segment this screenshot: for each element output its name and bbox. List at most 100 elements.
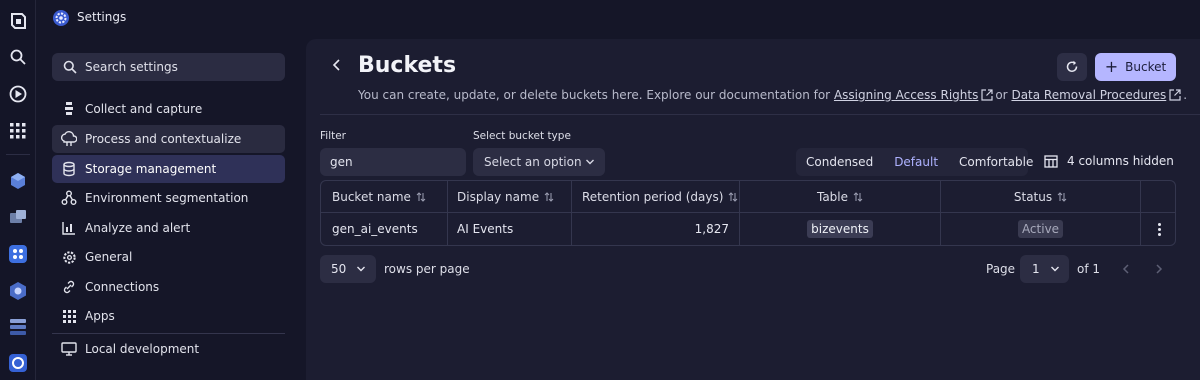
page-subtitle: You can create, update, or delete bucket… (358, 88, 1187, 102)
rows-per-page-label: rows per page (384, 262, 470, 276)
external-link-icon (1169, 89, 1181, 101)
rows-per-page-select[interactable]: 50 (320, 255, 376, 283)
sidebar-item-local-development[interactable]: Local development (52, 335, 285, 363)
data-removal-link[interactable]: Data Removal Procedures (1011, 88, 1166, 102)
sidebar-divider (52, 333, 285, 334)
filter-label: Filter (320, 130, 347, 142)
column-header-label: Status (1013, 190, 1053, 204)
bucket-type-label: Select bucket type (473, 130, 571, 142)
chevron-down-icon (357, 266, 365, 272)
add-bucket-label: Bucket (1125, 60, 1167, 74)
analyze-icon (61, 220, 77, 236)
sort-icon (544, 192, 554, 202)
sidebar-item-label: General (85, 250, 133, 264)
app-icon[interactable] (7, 170, 29, 192)
external-link-icon (981, 89, 993, 101)
app-icon[interactable] (7, 206, 29, 228)
sidebar-item-label: Apps (85, 309, 115, 323)
density-comfortable[interactable]: Comfortable (959, 155, 1033, 169)
sidebar-item-collect[interactable]: Collect and capture (52, 95, 285, 123)
column-header[interactable]: Display name (447, 181, 571, 213)
sidebar-item-label: Local development (85, 342, 200, 356)
chevron-down-icon (586, 159, 594, 165)
table-cell: bizevents (739, 213, 940, 245)
subtitle-text: You can create, update, or delete bucket… (358, 88, 831, 102)
app-rail (0, 0, 36, 380)
subtitle-or: or (995, 88, 1008, 102)
page-select[interactable]: 1 (1020, 255, 1069, 283)
back-icon[interactable] (330, 57, 344, 73)
page-label: Page (986, 262, 1016, 276)
column-header[interactable]: Bucket name (321, 181, 447, 213)
page-title: Buckets (358, 53, 457, 78)
connections-icon (61, 279, 77, 295)
launcher-icon[interactable] (7, 83, 29, 105)
column-header-label: Bucket name (332, 190, 411, 204)
sort-icon (853, 192, 863, 202)
row-actions-menu-icon[interactable] (1140, 213, 1175, 245)
sidebar-item-connections[interactable]: Connections (52, 273, 285, 301)
search-settings-input[interactable]: Search settings (52, 53, 285, 81)
sidebar-item-label: Connections (85, 280, 160, 294)
filter-input[interactable]: gen (320, 148, 466, 176)
dynatrace-logo-icon[interactable] (7, 10, 29, 32)
sidebar-item-general[interactable]: General (52, 243, 285, 271)
sidebar-item-label: Analyze and alert (85, 221, 191, 235)
header-divider (320, 114, 1200, 115)
app-icon[interactable] (7, 316, 29, 338)
plus-icon: + (1104, 57, 1119, 76)
density-default[interactable]: Default (894, 155, 938, 169)
search-icon (63, 60, 77, 74)
sort-icon (1057, 192, 1067, 202)
app-icon[interactable] (7, 280, 29, 302)
process-icon (61, 131, 77, 147)
rail-divider (6, 154, 30, 155)
density-switch: Condensed Default Comfortable (796, 148, 1033, 176)
page-count-label: of 1 (1077, 262, 1101, 276)
segmentation-icon (61, 190, 77, 206)
refresh-button[interactable] (1057, 53, 1087, 81)
sidebar-item-label: Process and contextualize (85, 132, 242, 146)
main-panel: Buckets You can create, update, or delet… (306, 39, 1200, 380)
app-icon[interactable] (7, 243, 29, 265)
sidebar-item-segmentation[interactable]: Environment segmentation (52, 184, 285, 212)
sidebar-item-label: Storage management (85, 162, 217, 176)
display-name-cell: AI Events (447, 213, 571, 245)
app-title: Settings (77, 10, 127, 24)
sidebar-item-analyze[interactable]: Analyze and alert (52, 214, 285, 242)
apps-grid-icon[interactable] (7, 120, 29, 142)
retention-cell: 1,827 (571, 213, 739, 245)
bucket-name-cell: gen_ai_events (332, 222, 418, 236)
storage-icon (61, 161, 77, 177)
table-header: Bucket name Display name Retention perio… (321, 181, 1175, 213)
table-columns-icon (1044, 154, 1058, 168)
monitor-icon (61, 341, 77, 357)
next-page-icon[interactable] (1152, 261, 1166, 277)
current-page-value: 1 (1032, 262, 1040, 276)
chevron-down-icon (1051, 266, 1059, 272)
settings-sidebar: Search settings Collect and capture Proc… (36, 36, 304, 380)
subtitle-suffix: . (1183, 88, 1188, 102)
sidebar-item-apps[interactable]: Apps (52, 302, 285, 330)
sidebar-item-process[interactable]: Process and contextualize (52, 125, 285, 153)
access-rights-link[interactable]: Assigning Access Rights (834, 88, 978, 102)
column-header[interactable]: Table (739, 181, 940, 213)
search-icon[interactable] (7, 46, 29, 68)
buckets-table: Bucket name Display name Retention perio… (320, 180, 1176, 246)
sidebar-item-storage[interactable]: Storage management (52, 155, 285, 183)
previous-page-icon[interactable] (1119, 261, 1133, 277)
table-row[interactable]: gen_ai_events AI Events 1,827 bizevents … (321, 213, 1175, 245)
column-header[interactable]: Retention period (days) (571, 181, 739, 213)
collect-icon (61, 101, 77, 117)
add-bucket-button[interactable]: + Bucket (1095, 53, 1176, 81)
sidebar-item-label: Environment segmentation (85, 191, 249, 205)
density-condensed[interactable]: Condensed (806, 155, 873, 169)
bucket-type-placeholder: Select an option (484, 155, 582, 169)
column-header[interactable]: Status (940, 181, 1140, 213)
bucket-type-select[interactable]: Select an option (473, 148, 605, 176)
gear-icon (61, 249, 77, 265)
column-header-label: Display name (457, 190, 540, 204)
sort-icon (416, 192, 426, 202)
column-settings-button[interactable]: 4 columns hidden (1044, 154, 1174, 168)
app-icon[interactable] (7, 352, 29, 374)
